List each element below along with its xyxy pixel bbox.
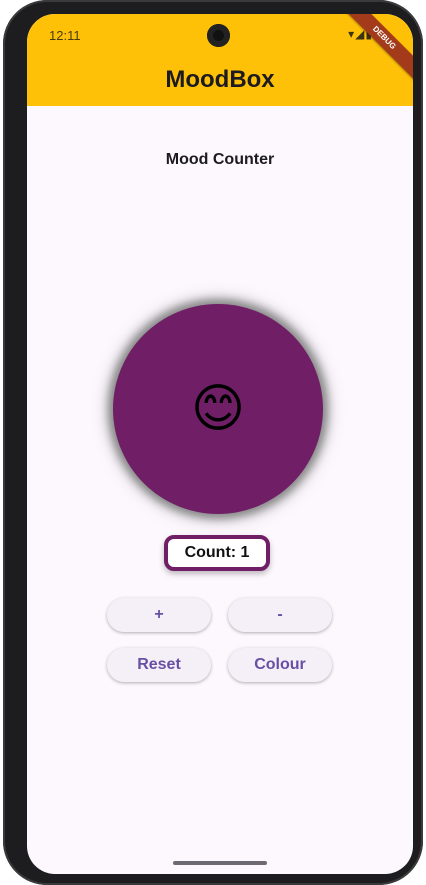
smiling-face-icon: 😊 (190, 380, 246, 438)
reset-button[interactable]: Reset (107, 648, 211, 682)
colour-button[interactable]: Colour (228, 648, 332, 682)
increment-button[interactable]: + (107, 598, 211, 632)
decrement-button[interactable]: - (228, 598, 332, 632)
mood-circle[interactable]: 😊 (113, 304, 323, 514)
status-time: 12:11 (49, 28, 81, 43)
phone-frame: 12:11 ▾◢▮ DEBUG MoodBox Mood Counter 😊 C… (3, 0, 423, 885)
camera-cutout (207, 24, 230, 47)
count-display: Count: 1 (164, 535, 270, 571)
app-screen: 12:11 ▾◢▮ DEBUG MoodBox Mood Counter 😊 C… (27, 14, 413, 874)
app-title: MoodBox (165, 66, 275, 93)
page-subtitle: Mood Counter (165, 151, 275, 168)
home-indicator[interactable] (173, 861, 267, 865)
app-bar: 12:11 ▾◢▮ DEBUG MoodBox (27, 14, 413, 106)
